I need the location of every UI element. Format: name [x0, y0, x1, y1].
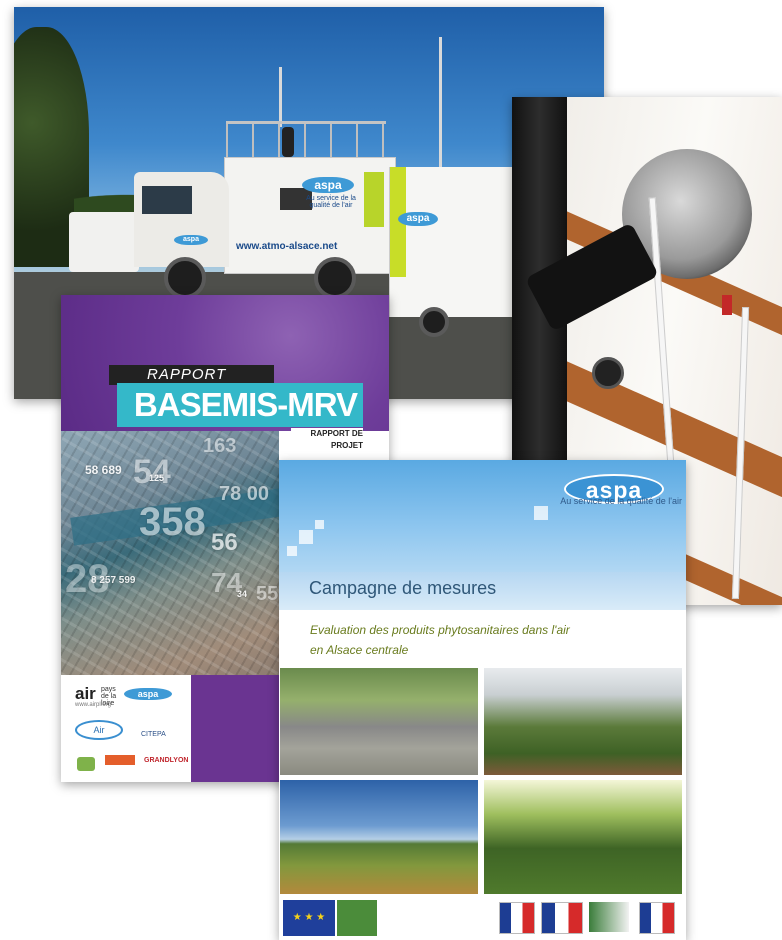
- decor-square: [315, 520, 324, 529]
- knob: [592, 357, 624, 389]
- decor-square: [534, 506, 548, 520]
- rapport-label: RAPPORT: [109, 365, 274, 385]
- citepa-logo: CITEPA: [141, 731, 166, 738]
- decor-square: [299, 530, 313, 544]
- person: [282, 127, 294, 157]
- air-url: www.airpl.org: [75, 702, 112, 708]
- city-number: 125: [149, 473, 165, 483]
- partner-logo: [105, 755, 135, 765]
- wheel: [419, 307, 449, 337]
- eu-flag-icon: ★ ★ ★: [283, 900, 335, 936]
- air-rhone-logo: Air: [75, 720, 123, 740]
- wheel: [314, 257, 356, 299]
- republique-francaise-logo: [541, 902, 583, 934]
- air-pays-logo: air: [75, 684, 96, 703]
- cab-window: [142, 186, 192, 214]
- republique-francaise-logo: [499, 902, 535, 934]
- leader-logo: [337, 900, 377, 936]
- wheel: [164, 257, 206, 299]
- subtitle-line: Evaluation des produits phytosanitaires …: [310, 623, 570, 637]
- prefet-logo: [639, 902, 675, 934]
- mast: [279, 67, 282, 127]
- aspa-tagline: Au service de la qualité de l'air: [560, 496, 682, 506]
- city-number: 78 00: [219, 483, 270, 505]
- truck-stripe: [364, 172, 384, 227]
- aspa-logo: aspa: [124, 688, 172, 700]
- campagne-subtitle: Evaluation des produits phytosanitaires …: [310, 620, 570, 660]
- truck-url: www.atmo-alsace.net: [236, 241, 338, 252]
- mast: [439, 37, 442, 177]
- city-number: 56: [211, 529, 238, 556]
- city-number: 358: [139, 500, 206, 544]
- subtitle-line: en Alsace centrale: [310, 643, 409, 657]
- truck-cab: [134, 172, 229, 267]
- city-number: 34: [237, 589, 248, 599]
- city-number: 58 689: [85, 463, 122, 477]
- grand-lyon-logo: GRANDLYON: [144, 757, 189, 764]
- roof-rail: [226, 121, 386, 160]
- campagne-title: Campagne de mesures: [309, 578, 497, 598]
- vineyard-photo: [484, 780, 682, 894]
- decor-square: [287, 546, 297, 556]
- aspa-tagline: Au service de la qualité de l'air: [306, 195, 356, 209]
- field-photo: [280, 780, 478, 894]
- logo-footer: ★ ★ ★: [279, 898, 686, 940]
- aspa-logo-trailer: aspa: [398, 212, 438, 226]
- city-number: 28: [65, 557, 110, 601]
- aspa-logo-cab: aspa: [174, 235, 208, 245]
- basemis-subtitle: RAPPORT DE PROJET: [291, 428, 363, 450]
- campagne-cover: aspa Au service de la qualité de l'air C…: [279, 460, 686, 940]
- greenhouse-photo: [484, 668, 682, 775]
- riverside-photo: [280, 668, 478, 775]
- city-number: 163: [203, 435, 237, 457]
- white-van: [69, 212, 139, 272]
- city-number: 55: [256, 583, 279, 605]
- red-fitting: [722, 295, 732, 315]
- region-logo: [77, 757, 95, 771]
- aspa-logo: aspa: [302, 177, 354, 193]
- ministry-logo: [589, 902, 629, 932]
- basemis-title: BASEMIS-MRV: [117, 383, 363, 427]
